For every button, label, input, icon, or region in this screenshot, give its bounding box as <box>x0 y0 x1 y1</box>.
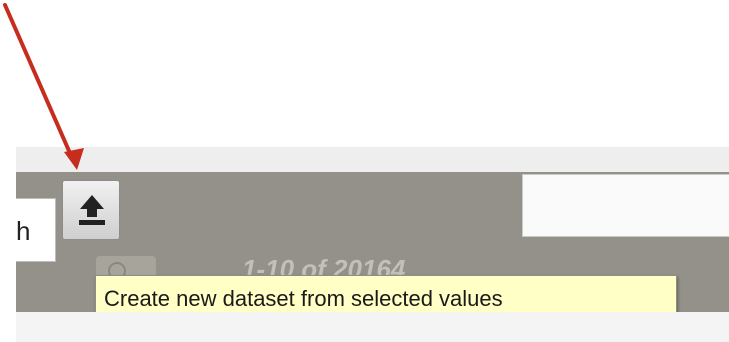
screenshot-page: h 1-10 of 20164 Create new dataset from … <box>0 0 729 342</box>
red-arrow-icon <box>3 3 84 170</box>
